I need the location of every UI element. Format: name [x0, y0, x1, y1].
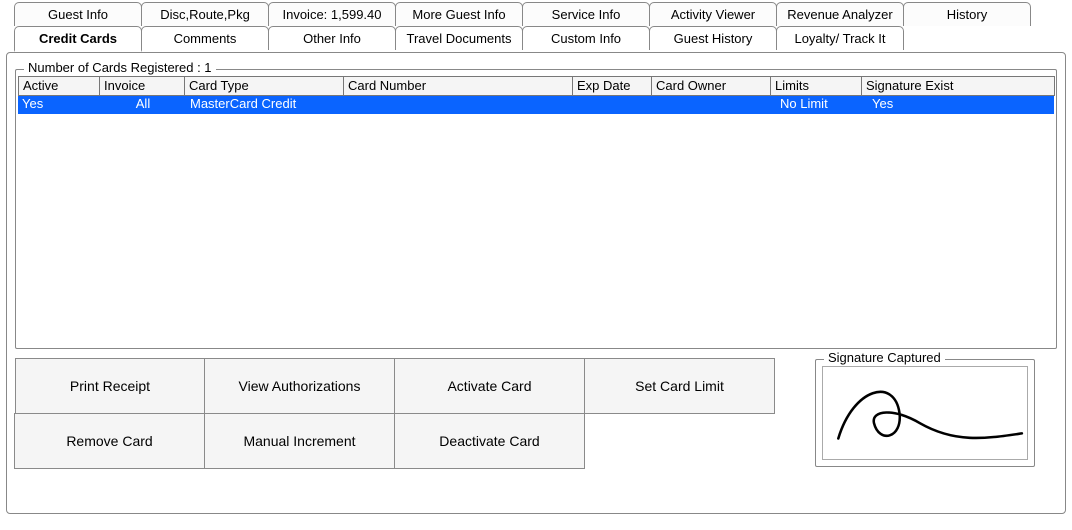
set-card-limit-button[interactable]: Set Card Limit: [584, 358, 775, 414]
grid-header-row: Active Invoice Card Type Card Number Exp…: [18, 76, 1054, 96]
tab-guest-history[interactable]: Guest History: [649, 26, 777, 50]
col-signature-exist[interactable]: Signature Exist: [861, 76, 1055, 96]
cards-registered-fieldset: Number of Cards Registered : 1 Active In…: [15, 69, 1057, 349]
cell-sig-exist: Yes: [868, 96, 1054, 114]
manual-increment-button[interactable]: Manual Increment: [204, 413, 395, 469]
credit-cards-panel: Number of Cards Registered : 1 Active In…: [6, 52, 1066, 514]
col-card-number[interactable]: Card Number: [343, 76, 573, 96]
cell-card-owner: [656, 96, 776, 114]
cell-active: Yes: [18, 96, 100, 114]
deactivate-card-button[interactable]: Deactivate Card: [394, 413, 585, 469]
col-invoice[interactable]: Invoice: [99, 76, 185, 96]
tab-credit-cards[interactable]: Credit Cards: [14, 26, 142, 52]
button-grid: Print Receipt View Authorizations Activa…: [15, 359, 775, 469]
signature-image: [822, 366, 1028, 460]
cell-card-type: MasterCard Credit: [186, 96, 346, 114]
col-exp-date[interactable]: Exp Date: [572, 76, 652, 96]
tab-history[interactable]: History: [903, 2, 1031, 26]
tab-invoice[interactable]: Invoice: 1,599.40: [268, 2, 396, 26]
cell-limits: No Limit: [776, 96, 868, 114]
tab-more-guest-info[interactable]: More Guest Info: [395, 2, 523, 26]
cards-registered-legend: Number of Cards Registered : 1: [24, 60, 216, 75]
signature-captured-fieldset: Signature Captured: [815, 359, 1035, 467]
tab-comments[interactable]: Comments: [141, 26, 269, 50]
cards-grid[interactable]: Active Invoice Card Type Card Number Exp…: [18, 76, 1054, 346]
col-card-owner[interactable]: Card Owner: [651, 76, 771, 96]
tab-revenue-analyzer[interactable]: Revenue Analyzer: [776, 2, 904, 26]
table-row[interactable]: Yes All MasterCard Credit No Limit Yes: [18, 96, 1054, 114]
col-card-type[interactable]: Card Type: [184, 76, 344, 96]
signature-captured-legend: Signature Captured: [824, 350, 945, 365]
tab-guest-info[interactable]: Guest Info: [14, 2, 142, 26]
print-receipt-button[interactable]: Print Receipt: [15, 358, 205, 414]
tab-container: Guest Info Disc,Route,Pkg Invoice: 1,599…: [0, 0, 1072, 52]
activate-card-button[interactable]: Activate Card: [394, 358, 585, 414]
tab-other-info[interactable]: Other Info: [268, 26, 396, 50]
tab-custom-info[interactable]: Custom Info: [522, 26, 650, 50]
cell-invoice: All: [100, 96, 186, 114]
tab-service-info[interactable]: Service Info: [522, 2, 650, 26]
cell-exp-date: [576, 96, 656, 114]
tab-disc-route-pkg[interactable]: Disc,Route,Pkg: [141, 2, 269, 26]
tab-row-lower: Credit Cards Comments Other Info Travel …: [0, 26, 1072, 52]
button-area: Print Receipt View Authorizations Activa…: [15, 359, 1057, 469]
view-authorizations-button[interactable]: View Authorizations: [204, 358, 395, 414]
tab-travel-documents[interactable]: Travel Documents: [395, 26, 523, 50]
tab-loyalty-track-it[interactable]: Loyalty/ Track It: [776, 26, 904, 50]
signature-icon: [823, 367, 1027, 459]
tab-row-upper: Guest Info Disc,Route,Pkg Invoice: 1,599…: [0, 0, 1072, 26]
col-limits[interactable]: Limits: [770, 76, 862, 96]
tab-activity-viewer[interactable]: Activity Viewer: [649, 2, 777, 26]
cell-card-number: [346, 96, 576, 114]
col-active[interactable]: Active: [18, 76, 100, 96]
remove-card-button[interactable]: Remove Card: [14, 413, 205, 469]
